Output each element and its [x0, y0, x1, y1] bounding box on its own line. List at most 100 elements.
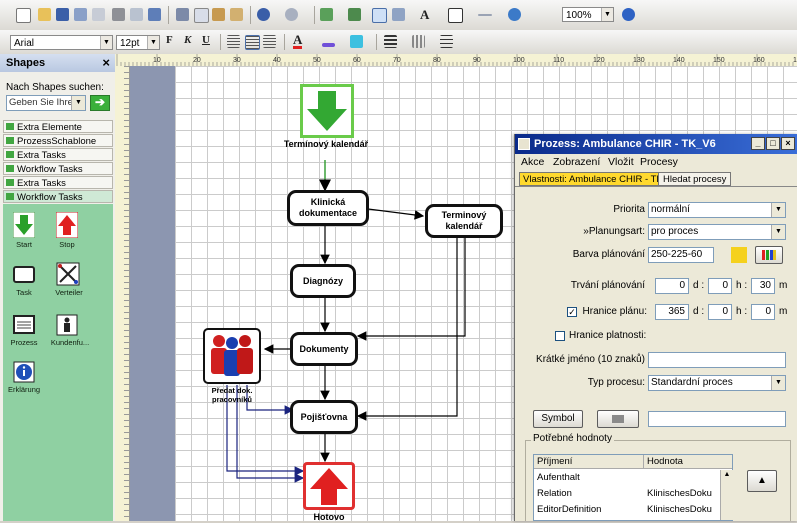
- table-row-value[interactable]: [644, 471, 720, 485]
- symbol-button[interactable]: Symbol: [533, 410, 583, 428]
- stencil-workflow-tasks-2[interactable]: Workflow Tasks: [3, 190, 113, 203]
- undo-icon[interactable]: [257, 8, 270, 21]
- new-document-icon[interactable]: [16, 8, 31, 23]
- font-size-select[interactable]: 12pt ▼: [116, 35, 160, 50]
- shape-start[interactable]: [12, 211, 36, 241]
- trvani-hours-input[interactable]: 0: [708, 278, 732, 294]
- stencil-workflow-tasks[interactable]: Workflow Tasks: [3, 162, 113, 175]
- copy-icon[interactable]: [194, 8, 209, 23]
- bold-icon[interactable]: F: [166, 34, 173, 46]
- move-up-button[interactable]: ▲: [747, 470, 777, 492]
- align-right-icon[interactable]: [263, 35, 276, 48]
- text-tool-icon[interactable]: A: [420, 7, 429, 23]
- trvani-minutes-input[interactable]: 30: [751, 278, 775, 294]
- connector-tool-icon[interactable]: [392, 8, 405, 21]
- node-terminovy-kalendar[interactable]: Terminový kalendář: [425, 204, 503, 238]
- shapes-icon[interactable]: [320, 8, 333, 21]
- print-icon[interactable]: [112, 8, 125, 21]
- column-header-hodnota[interactable]: Hodnota: [644, 455, 732, 469]
- permission-icon[interactable]: [74, 8, 87, 21]
- shape-task[interactable]: [13, 264, 35, 289]
- close-icon[interactable]: ×: [102, 54, 110, 72]
- pointer-tool-icon[interactable]: [372, 8, 387, 23]
- font-color-icon[interactable]: A: [293, 33, 303, 49]
- paste-icon[interactable]: [212, 8, 225, 21]
- table-row-value[interactable]: KlinischesDoku: [644, 503, 720, 517]
- hranice-days-input[interactable]: 365: [655, 304, 689, 320]
- planungsart-select[interactable]: pro proces ▼: [648, 224, 786, 240]
- fill-color-icon[interactable]: [350, 35, 363, 48]
- line-color-icon[interactable]: [322, 43, 335, 47]
- cut-icon[interactable]: [176, 8, 189, 21]
- menu-akce[interactable]: Akce: [521, 154, 544, 170]
- node-diagnozy[interactable]: Diagnózy: [290, 264, 356, 298]
- font-name-select[interactable]: Arial ▼: [10, 35, 113, 50]
- line-weight-icon[interactable]: [384, 35, 397, 48]
- underline-icon[interactable]: U: [202, 34, 210, 46]
- table-row-name[interactable]: EditorDefinition: [534, 503, 644, 517]
- help-icon[interactable]: [622, 8, 635, 21]
- zoom-select[interactable]: 100% ▼: [562, 7, 614, 22]
- people-node[interactable]: [203, 328, 261, 384]
- line-tool-icon[interactable]: [478, 14, 492, 16]
- table-scrollbar[interactable]: ▲: [720, 470, 733, 520]
- connector-terminovy-dokumenty[interactable]: [356, 238, 466, 341]
- stencil-extra-elemente[interactable]: Extra Elemente: [3, 120, 113, 133]
- tab-hledat-procesy[interactable]: Hledat procesy: [658, 172, 732, 186]
- hranice-platnosti-checkbox[interactable]: [555, 331, 565, 341]
- hranice-minutes-input[interactable]: 0: [751, 304, 775, 320]
- open-folder-icon[interactable]: [38, 8, 51, 21]
- shape-verteiler[interactable]: [56, 262, 80, 289]
- connector-klinicka-terminovy[interactable]: [367, 208, 425, 220]
- print-preview-icon[interactable]: [130, 8, 143, 21]
- table-row-name[interactable]: Relation: [534, 487, 644, 501]
- menu-procesy[interactable]: Procesy: [640, 154, 678, 170]
- table-row-value[interactable]: KlinischesDoku: [644, 487, 720, 501]
- kratke-jmeno-input[interactable]: [648, 352, 786, 368]
- tab-vlastnosti[interactable]: Vlastnosti: Ambulance CHIR - TK: [519, 172, 667, 186]
- scroll-up-icon[interactable]: ▲: [721, 470, 733, 480]
- start-node[interactable]: [300, 84, 354, 138]
- column-header-prijmeni[interactable]: Příjmení: [534, 455, 644, 469]
- typ-procesu-select[interactable]: Standardní proces ▼: [648, 375, 786, 391]
- priorita-select[interactable]: normální ▼: [648, 202, 786, 218]
- table-row-name[interactable]: Aufenthalt: [534, 471, 644, 485]
- shape-stop[interactable]: [55, 211, 79, 241]
- menu-vlozit[interactable]: Vložit: [608, 154, 634, 170]
- email-icon[interactable]: [92, 8, 105, 21]
- line-pattern-icon[interactable]: [412, 35, 425, 48]
- stencil-extra-tasks[interactable]: Extra Tasks: [3, 148, 113, 161]
- save-icon[interactable]: [56, 8, 69, 21]
- menu-zobrazeni[interactable]: Zobrazení: [553, 154, 600, 170]
- node-dokumenty[interactable]: Dokumenty: [290, 332, 358, 366]
- shape-prozess[interactable]: [13, 314, 35, 339]
- connector-terminovy-pojistovna[interactable]: [356, 238, 458, 421]
- browse-folder-button[interactable]: [597, 410, 639, 428]
- shape-erklaerung[interactable]: [13, 361, 35, 386]
- color-picker-button[interactable]: [755, 246, 783, 264]
- italic-icon[interactable]: K: [184, 34, 191, 46]
- node-klinicka-dokumentace[interactable]: Klinická dokumentace: [287, 190, 369, 226]
- format-painter-icon[interactable]: [230, 8, 243, 21]
- align-center-icon[interactable]: [245, 35, 260, 50]
- redo-icon[interactable]: [285, 8, 298, 21]
- end-node[interactable]: [303, 462, 355, 510]
- line-ends-icon[interactable]: [440, 35, 453, 48]
- minimize-button[interactable]: _: [751, 137, 765, 150]
- trvani-days-input[interactable]: 0: [655, 278, 689, 294]
- align-left-icon[interactable]: [227, 35, 240, 48]
- stencil-prozess-schablone[interactable]: ProzessSchablone: [3, 134, 113, 147]
- stencil-icon[interactable]: [348, 8, 361, 21]
- barva-input[interactable]: 250-225-60: [648, 247, 714, 263]
- spelling-icon[interactable]: [148, 8, 161, 21]
- rotate-tool-icon[interactable]: [508, 8, 521, 21]
- rectangle-tool-icon[interactable]: [448, 8, 463, 23]
- hranice-hours-input[interactable]: 0: [708, 304, 732, 320]
- search-go-button[interactable]: ➔: [90, 95, 110, 111]
- stencil-extra-tasks-2[interactable]: Extra Tasks: [3, 176, 113, 189]
- dialog-title-bar[interactable]: Prozess: Ambulance CHIR - TK_V6 _ □ ×: [515, 134, 797, 154]
- symbol-path-input[interactable]: [648, 411, 786, 427]
- shape-search-input[interactable]: Geben Sie Ihre ▼: [6, 95, 86, 111]
- close-button[interactable]: ×: [781, 137, 795, 150]
- shape-kundenfu[interactable]: [56, 314, 78, 339]
